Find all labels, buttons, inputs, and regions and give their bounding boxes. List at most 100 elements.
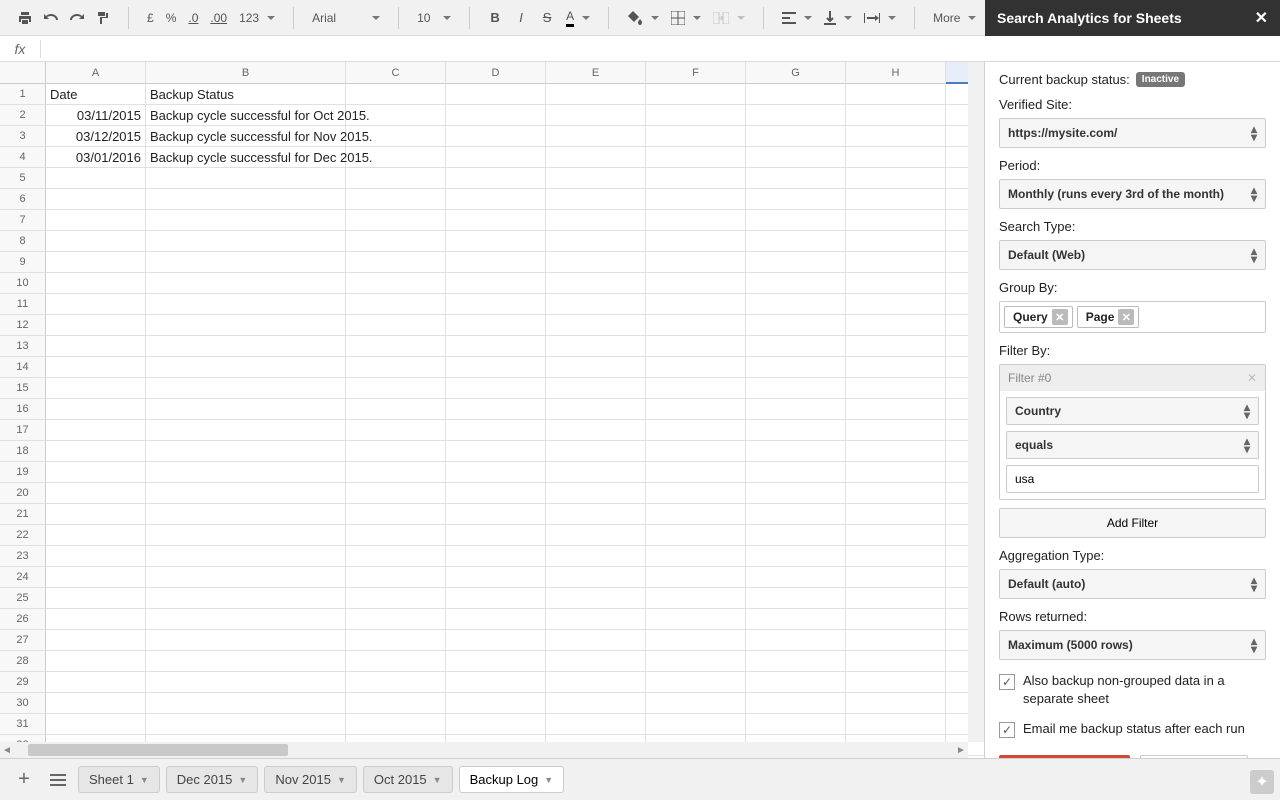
italic-button[interactable]: I (508, 5, 534, 31)
verified-site-select[interactable]: https://mysite.com/▴▾ (999, 118, 1266, 148)
row-header[interactable]: 30 (0, 693, 46, 714)
cell[interactable] (646, 273, 746, 294)
scroll-left-icon[interactable]: ◄ (0, 745, 14, 756)
cell[interactable] (46, 420, 146, 441)
cell[interactable] (146, 168, 346, 189)
cell[interactable] (646, 189, 746, 210)
cell[interactable] (146, 567, 346, 588)
cell[interactable] (846, 336, 946, 357)
cell[interactable] (846, 294, 946, 315)
cell[interactable] (146, 420, 346, 441)
remove-filter-icon[interactable]: ✕ (1247, 371, 1257, 385)
cell[interactable] (746, 231, 846, 252)
cell[interactable] (646, 714, 746, 735)
undo-button[interactable] (38, 5, 64, 31)
increase-decimal-button[interactable]: .00 (204, 5, 233, 31)
cell[interactable] (746, 483, 846, 504)
cell[interactable] (846, 462, 946, 483)
cell[interactable] (646, 693, 746, 714)
cell[interactable] (546, 357, 646, 378)
row-header[interactable]: 14 (0, 357, 46, 378)
cell[interactable] (446, 588, 546, 609)
row-header[interactable]: 12 (0, 315, 46, 336)
cell[interactable] (546, 147, 646, 168)
cell[interactable]: Backup cycle successful for Nov 2015. (146, 126, 346, 147)
cell[interactable]: Date (46, 84, 146, 105)
cell[interactable] (646, 504, 746, 525)
cell[interactable] (846, 147, 946, 168)
cell[interactable] (346, 252, 446, 273)
filter-dimension-select[interactable]: Country▴▾ (1006, 397, 1259, 425)
column-header[interactable]: C (346, 62, 446, 84)
cell[interactable] (46, 588, 146, 609)
spreadsheet[interactable]: ABCDEFGHI1DateBackup Status203/11/2015Ba… (0, 62, 984, 758)
number-format-dropdown[interactable]: 123 (233, 5, 281, 31)
row-header[interactable]: 2 (0, 105, 46, 126)
cell[interactable] (46, 357, 146, 378)
h-align-button[interactable] (776, 5, 818, 31)
cell[interactable] (446, 315, 546, 336)
cell[interactable] (46, 714, 146, 735)
cell[interactable] (746, 315, 846, 336)
row-header[interactable]: 19 (0, 462, 46, 483)
cell[interactable] (846, 567, 946, 588)
cell[interactable] (546, 189, 646, 210)
cell[interactable] (146, 630, 346, 651)
cell[interactable] (646, 147, 746, 168)
cell[interactable] (646, 609, 746, 630)
percent-button[interactable]: % (160, 5, 183, 31)
cell[interactable] (446, 105, 546, 126)
cell[interactable]: Backup Status (146, 84, 346, 105)
cell[interactable]: 03/01/2016 (46, 147, 146, 168)
cell[interactable] (846, 378, 946, 399)
cell[interactable] (846, 231, 946, 252)
cell[interactable] (346, 441, 446, 462)
sheet-tab[interactable]: Nov 2015▼ (264, 766, 357, 793)
cell[interactable] (146, 336, 346, 357)
cell[interactable] (546, 105, 646, 126)
cell[interactable] (646, 651, 746, 672)
cell[interactable] (46, 273, 146, 294)
cell[interactable] (546, 588, 646, 609)
cell[interactable] (346, 126, 446, 147)
row-header[interactable]: 23 (0, 546, 46, 567)
cell[interactable] (346, 210, 446, 231)
cell[interactable] (846, 714, 946, 735)
cell[interactable] (746, 441, 846, 462)
row-header[interactable]: 10 (0, 273, 46, 294)
cell[interactable] (546, 441, 646, 462)
cell[interactable] (846, 672, 946, 693)
row-header[interactable]: 13 (0, 336, 46, 357)
row-header[interactable]: 16 (0, 399, 46, 420)
cell[interactable] (546, 231, 646, 252)
cell[interactable] (346, 336, 446, 357)
cell[interactable] (346, 651, 446, 672)
cell[interactable] (746, 714, 846, 735)
cell[interactable] (546, 420, 646, 441)
cell[interactable] (646, 441, 746, 462)
cell[interactable] (446, 714, 546, 735)
cell[interactable] (846, 252, 946, 273)
row-header[interactable]: 9 (0, 252, 46, 273)
cell[interactable] (146, 210, 346, 231)
cell[interactable] (346, 609, 446, 630)
cell[interactable] (846, 483, 946, 504)
decrease-decimal-button[interactable]: .0 (182, 5, 204, 31)
cell[interactable] (746, 294, 846, 315)
cell[interactable] (146, 462, 346, 483)
cell[interactable] (546, 210, 646, 231)
row-header[interactable]: 28 (0, 651, 46, 672)
cell[interactable] (446, 441, 546, 462)
add-filter-button[interactable]: Add Filter (999, 508, 1266, 538)
cell[interactable] (746, 651, 846, 672)
group-by-chips[interactable]: Query✕Page✕ (999, 301, 1266, 333)
cell[interactable] (446, 210, 546, 231)
cell[interactable] (546, 315, 646, 336)
cell[interactable] (746, 378, 846, 399)
cell[interactable] (746, 126, 846, 147)
cell[interactable] (46, 630, 146, 651)
cell[interactable] (746, 273, 846, 294)
cell[interactable]: 03/11/2015 (46, 105, 146, 126)
cell[interactable] (746, 84, 846, 105)
cell[interactable] (146, 504, 346, 525)
